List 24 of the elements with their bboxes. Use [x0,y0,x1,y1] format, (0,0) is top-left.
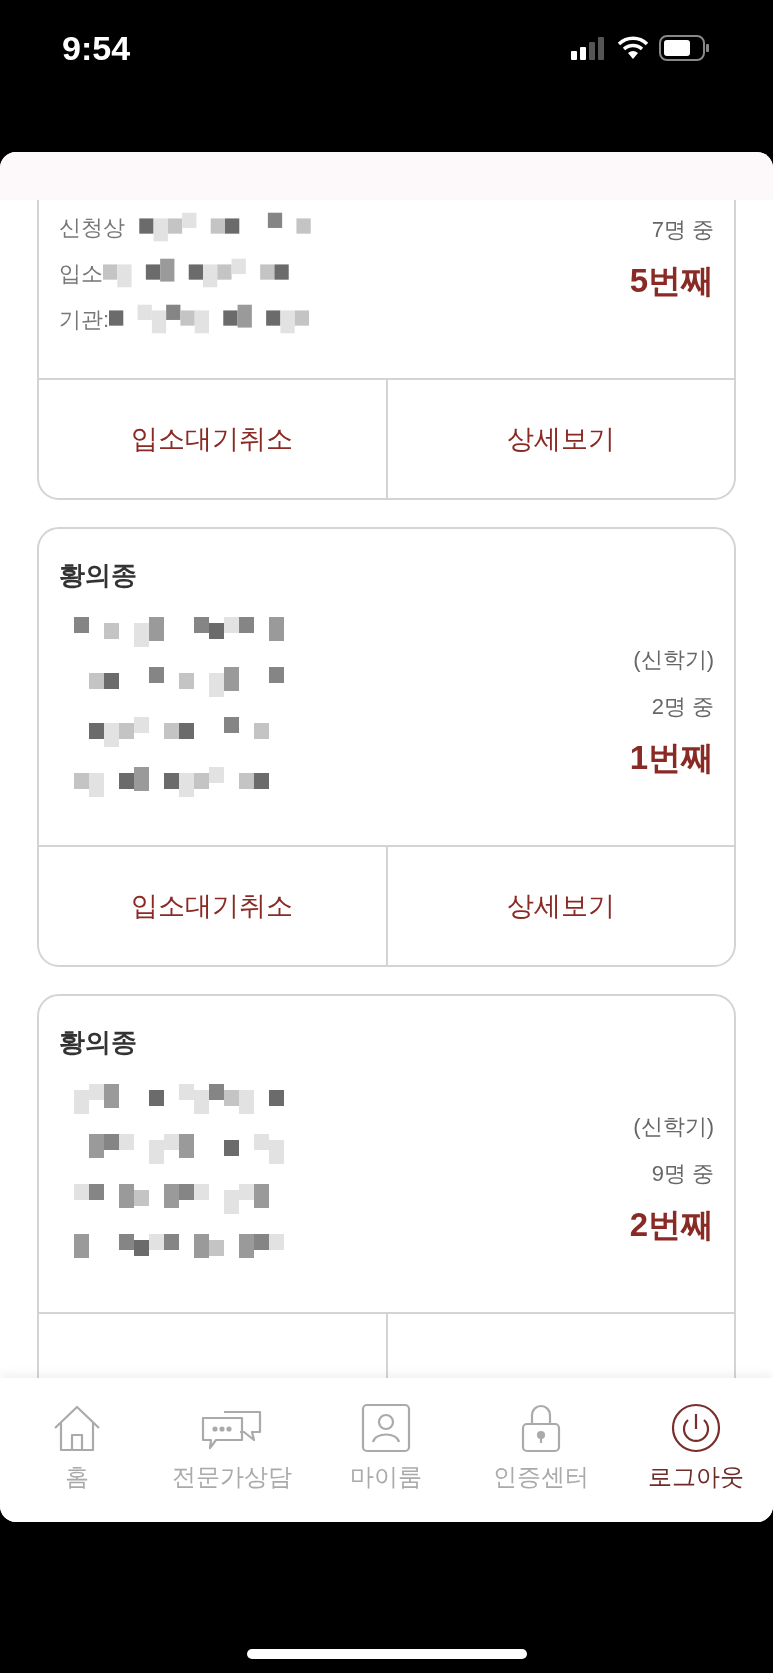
term-label: (신학기) [633,1113,714,1141]
queue-rank: 5번째 [629,261,714,301]
person-icon [360,1402,413,1454]
details-button[interactable]: 상세보기 [385,380,734,498]
detail-label: 입소 [59,259,103,288]
cancel-waitlist-button[interactable]: 입소대기취소 [39,847,386,965]
applicant-count: 2명 중 [651,693,714,721]
applicant-count: 7명 중 [651,216,714,244]
detail-label: 신청상 [59,213,125,242]
battery-icon [659,35,711,61]
wifi-icon [617,36,649,60]
queue-rank: 1번째 [629,738,714,778]
signal-icon [571,36,607,60]
details-button[interactable]: 상세보기 [385,847,734,965]
power-icon [669,1402,722,1454]
status-time: 9:54 [62,28,131,69]
cancel-waitlist-button[interactable]: 입소대기취소 [39,380,386,498]
child-name: 황의종 [59,559,138,592]
term-label: (신학기) [633,646,714,674]
child-name: 황의종 [59,1026,138,1059]
queue-rank: 2번째 [629,1205,714,1245]
applicant-count: 9명 중 [651,1160,714,1188]
nav-tab[interactable]: 로그아웃 [618,1402,773,1522]
detail-label: 기관: [59,305,110,334]
